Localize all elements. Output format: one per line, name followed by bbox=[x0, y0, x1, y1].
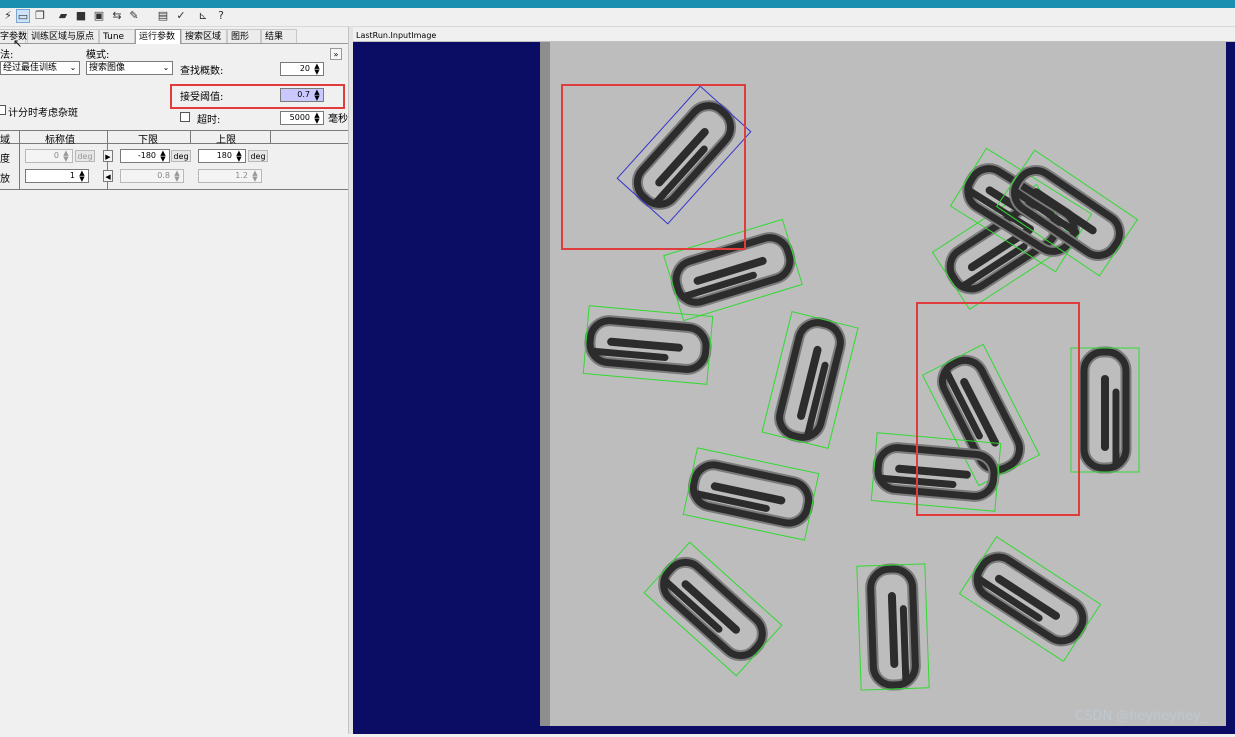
accept-threshold-label: 接受阈值: bbox=[180, 92, 224, 103]
spin-arrows-icon[interactable]: ▲ ▼ bbox=[312, 112, 322, 125]
spin-arrows-icon[interactable]: ▲ ▼ bbox=[158, 150, 168, 163]
save-icon[interactable]: ■ bbox=[74, 9, 88, 23]
check-icon[interactable]: ✓ bbox=[174, 9, 188, 23]
accept-threshold-input[interactable]: 0.7 ▲ ▼ bbox=[280, 88, 324, 102]
timeout-label: 超时: bbox=[197, 115, 221, 126]
tab-graphics[interactable]: 图形 bbox=[227, 29, 261, 43]
brush-icon[interactable]: ✎ bbox=[127, 9, 141, 23]
clutter-checkbox[interactable] bbox=[0, 105, 6, 115]
spin-arrows-icon: ▲ ▼ bbox=[63, 149, 69, 163]
high-angle-value: 180 bbox=[216, 151, 232, 160]
table-row-name: 放 bbox=[0, 174, 10, 185]
help-icon[interactable]: ? bbox=[214, 9, 228, 23]
low-angle-unit: deg bbox=[171, 150, 191, 162]
table-header-low: 下限 bbox=[138, 135, 158, 146]
algorithm-select[interactable]: 经过最佳训练 ⌄ bbox=[0, 61, 80, 75]
spin-arrows-icon: ▲ ▼ bbox=[174, 169, 180, 183]
spin-arrows-icon[interactable]: ▲ ▼ bbox=[312, 63, 322, 76]
algorithm-value: 经过最佳训练 bbox=[3, 63, 58, 73]
table-divider bbox=[270, 130, 271, 144]
find-count-label: 查找概数: bbox=[180, 66, 224, 77]
inspection-image[interactable] bbox=[353, 42, 1235, 734]
low-angle-value: -180 bbox=[137, 151, 156, 160]
collapse-button[interactable]: » bbox=[330, 48, 342, 60]
mode-label: 模式: bbox=[86, 50, 110, 61]
find-count-input[interactable]: 20 ▲ ▼ bbox=[280, 62, 324, 76]
mode-value: 搜索图像 bbox=[89, 63, 126, 73]
tab-tune[interactable]: Tune bbox=[99, 29, 135, 43]
spin-arrows-icon[interactable]: ▲ ▼ bbox=[312, 89, 322, 102]
tab-run-params[interactable]: 运行参数 bbox=[135, 29, 181, 44]
timeout-unit: 毫秒 bbox=[328, 114, 348, 125]
image-plate-edge bbox=[540, 42, 550, 726]
table-divider bbox=[19, 130, 20, 190]
nominal-angle-unit: deg bbox=[75, 150, 95, 162]
high-scale-input[interactable]: 1.2 ▲ ▼ bbox=[198, 169, 262, 183]
viewer-title: LastRun.InputImage bbox=[353, 29, 1235, 42]
high-scale-value: 1.2 bbox=[235, 171, 248, 180]
train-icon[interactable]: ▭ bbox=[16, 9, 30, 23]
title-bar bbox=[0, 0, 1235, 8]
tab-search-region[interactable]: 搜索区域 bbox=[181, 29, 227, 43]
tab-train-region[interactable]: 训练区域与原点 bbox=[27, 29, 99, 43]
table-header-dof: 域 bbox=[0, 135, 10, 146]
timeout-value: 5000 bbox=[289, 113, 310, 122]
find-count-value: 20 bbox=[299, 64, 310, 73]
chevron-down-icon: ⌄ bbox=[69, 63, 77, 72]
run-icon[interactable]: ⇆ bbox=[110, 9, 124, 23]
clutter-label: 计分时考虑杂斑 bbox=[8, 108, 78, 119]
high-angle-unit: deg bbox=[248, 150, 268, 162]
nominal-scale-value: 1 bbox=[69, 171, 75, 180]
spin-arrows-icon: ▲ ▼ bbox=[252, 169, 258, 183]
mode-select[interactable]: 搜索图像 ⌄ bbox=[86, 61, 173, 75]
table-header-high: 上限 bbox=[216, 135, 236, 146]
open-folder-icon[interactable]: ▰ bbox=[56, 9, 70, 23]
low-angle-input[interactable]: -180 ▲ ▼ bbox=[120, 149, 170, 163]
low-scale-input[interactable]: 0.8 ▲ ▼ bbox=[120, 169, 184, 183]
toolbar: ⚡ ▭ ❐ ▰ ■ ▣ ⇆ ✎ ▤ ✓ ⊾ ? bbox=[0, 8, 1235, 27]
chevron-down-icon: ⌄ bbox=[162, 63, 170, 72]
cursor-icon: ↖ bbox=[13, 37, 23, 50]
table-header-nominal: 标称值 bbox=[45, 135, 75, 146]
ruler-icon[interactable]: ⊾ bbox=[196, 9, 210, 23]
tab-results[interactable]: 结果 bbox=[261, 29, 297, 43]
timeout-checkbox[interactable] bbox=[180, 112, 190, 122]
image-viewer[interactable]: CSDN @heyheyhey_ bbox=[353, 42, 1235, 734]
low-scale-value: 0.8 bbox=[157, 171, 170, 180]
watermark: CSDN @heyheyhey_ bbox=[1075, 709, 1208, 724]
tab-strip: 字参数 训练区域与原点 Tune 运行参数 搜索区域 图形 结果 bbox=[0, 29, 348, 44]
accept-threshold-value: 0.7 bbox=[297, 90, 310, 99]
image-icon[interactable]: ▤ bbox=[156, 9, 170, 23]
nominal-angle-input[interactable]: 0 ▲ ▼ bbox=[25, 149, 73, 163]
table-row-name: 度 bbox=[0, 154, 10, 165]
nominal-angle-value: 0 bbox=[53, 151, 59, 160]
timeout-input[interactable]: 5000 ▲ ▼ bbox=[280, 111, 324, 125]
spin-arrows-icon[interactable]: ▲ ▼ bbox=[234, 150, 244, 163]
algorithm-label: 法: bbox=[0, 50, 14, 61]
spin-arrows-icon[interactable]: ▲ ▼ bbox=[77, 170, 87, 183]
table-divider bbox=[190, 130, 191, 144]
play-right-icon[interactable]: ▶ bbox=[103, 150, 113, 162]
high-angle-input[interactable]: 180 ▲ ▼ bbox=[198, 149, 246, 163]
play-left-icon[interactable]: ◀ bbox=[103, 170, 113, 182]
nominal-scale-input[interactable]: 1 ▲ ▼ bbox=[25, 169, 89, 183]
table-bottom-border bbox=[0, 189, 348, 190]
copy-icon[interactable]: ❐ bbox=[33, 9, 47, 23]
save-as-icon[interactable]: ▣ bbox=[92, 9, 106, 23]
wand-icon[interactable]: ⚡ bbox=[1, 9, 15, 23]
